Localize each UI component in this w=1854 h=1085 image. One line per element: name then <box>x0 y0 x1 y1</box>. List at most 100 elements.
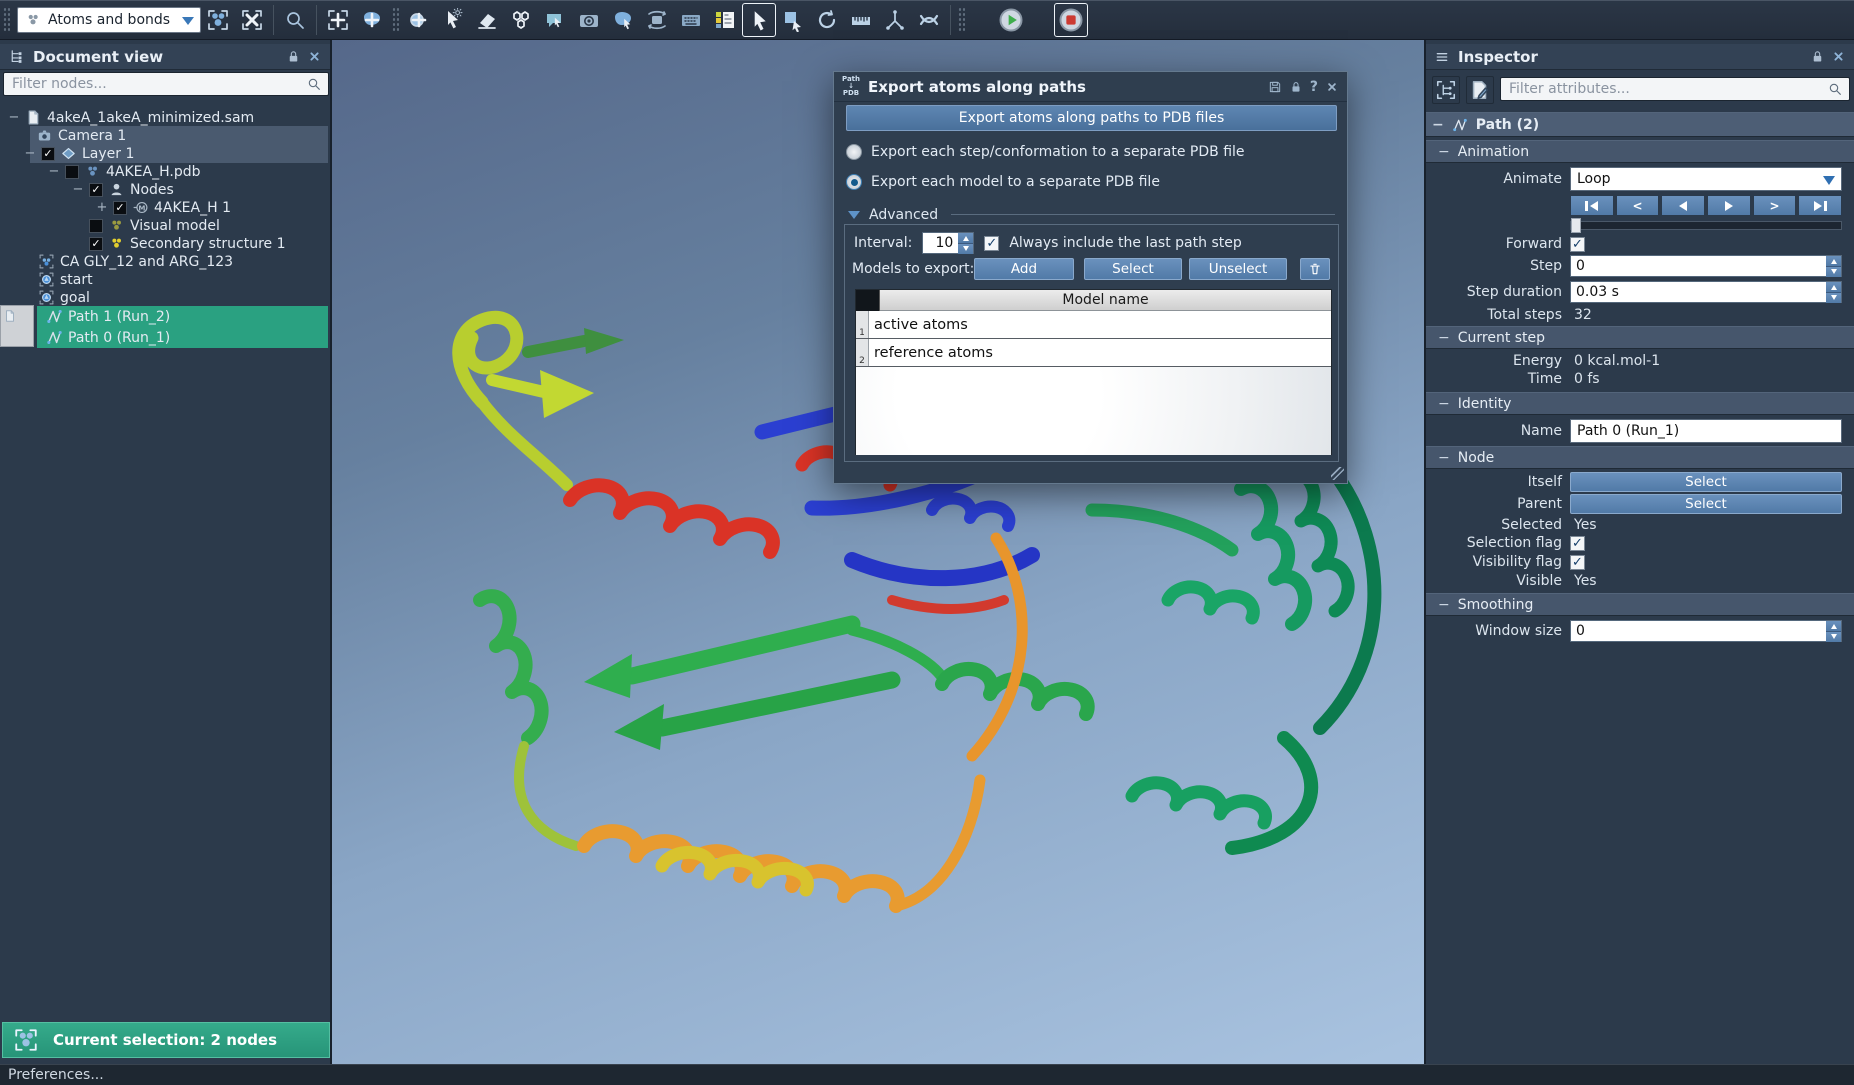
pointer-settings-button[interactable] <box>436 3 470 37</box>
twist-button[interactable] <box>912 3 946 37</box>
filter-attributes-input[interactable] <box>1507 80 1827 98</box>
section-smoothing[interactable]: − Smoothing <box>1426 593 1854 616</box>
current-selection-bar[interactable]: Current selection: 2 nodes <box>2 1022 330 1058</box>
add-node-button[interactable] <box>355 3 389 37</box>
delete-button[interactable] <box>1300 258 1330 280</box>
section-node[interactable]: − Node <box>1426 446 1854 469</box>
export-to-pdb-button[interactable]: Export atoms along paths to PDB files <box>846 105 1337 131</box>
visibility-checkbox[interactable]: ✓ <box>89 237 103 251</box>
label-button[interactable] <box>538 3 572 37</box>
radio-export-each-step[interactable]: Export each step/conformation to a separ… <box>846 144 1245 160</box>
resize-grip[interactable] <box>1331 467 1344 480</box>
select-tool-button[interactable] <box>742 3 776 37</box>
angle-button[interactable] <box>878 3 912 37</box>
collapse-icon[interactable]: − <box>1438 450 1450 466</box>
eraser-button[interactable] <box>470 3 504 37</box>
section-identity[interactable]: − Identity <box>1426 392 1854 415</box>
advanced-section-toggle[interactable]: Advanced <box>848 204 1335 225</box>
collapse-icon[interactable]: − <box>1438 396 1450 412</box>
unselect-button[interactable]: Unselect <box>1189 258 1287 280</box>
tree-row-pdb[interactable]: − 4AKEA_H.pdb <box>0 162 328 181</box>
visibility-checkbox[interactable]: ✓ <box>113 201 127 215</box>
skip-to-start-button[interactable] <box>1570 195 1614 216</box>
visibility-checkbox[interactable] <box>89 219 103 233</box>
tree-row-visual-model[interactable]: Visual model <box>0 216 328 235</box>
visibility-checkbox[interactable]: ✓ <box>89 183 103 197</box>
step-spinbox[interactable] <box>1570 255 1842 277</box>
tree-row-camera[interactable]: Camera 1 <box>0 126 328 145</box>
spin-up-icon[interactable] <box>963 233 969 241</box>
tree-row-start[interactable]: start <box>0 270 328 289</box>
fast-forward-button[interactable]: > <box>1753 195 1797 216</box>
select-itself-button[interactable]: Select <box>1570 472 1842 492</box>
spin-down-icon[interactable] <box>1831 269 1837 277</box>
keyboard-shortcuts-button[interactable] <box>674 3 708 37</box>
model-name-column-header[interactable]: Model name <box>880 290 1331 311</box>
step-backward-button[interactable] <box>1661 195 1705 216</box>
lock-icon[interactable] <box>286 49 301 64</box>
periodic-table-button[interactable] <box>708 3 742 37</box>
collapse-icon[interactable]: − <box>1438 597 1450 613</box>
slider-handle[interactable] <box>1571 218 1581 233</box>
collapse-icon[interactable]: − <box>1438 330 1450 346</box>
close-icon[interactable] <box>1831 49 1846 64</box>
rectangle-select-button[interactable] <box>776 3 810 37</box>
tree-row-selection-group[interactable]: CA GLY_12 and ARG_123 <box>0 252 328 271</box>
preferences-menu-item[interactable]: Preferences... <box>8 1067 104 1083</box>
spin-up-icon[interactable] <box>1831 256 1837 264</box>
expand-icon[interactable]: + <box>96 200 108 215</box>
tree-row-chain[interactable]: + ✓ 4AKEA_H 1 <box>0 198 328 217</box>
inspect-selection-button[interactable] <box>1432 76 1460 104</box>
spin-up-icon[interactable] <box>1831 282 1837 290</box>
radio-icon-selected[interactable] <box>846 174 862 190</box>
snapshot-button[interactable] <box>572 3 606 37</box>
toolbar-drag-handle[interactable] <box>958 7 965 33</box>
filter-nodes-input[interactable] <box>10 75 306 93</box>
collapse-icon[interactable]: − <box>72 182 84 197</box>
orbit-camera-button[interactable] <box>640 3 674 37</box>
select-atoms-button[interactable] <box>201 3 235 37</box>
collapse-icon[interactable]: − <box>1432 117 1444 133</box>
step-slider[interactable] <box>1570 221 1842 230</box>
add-group-button[interactable] <box>321 3 355 37</box>
section-path[interactable]: − Path (2) <box>1426 112 1854 137</box>
table-corner-cell[interactable] <box>856 290 880 311</box>
visibility-checkbox[interactable]: ✓ <box>41 147 55 161</box>
radio-icon[interactable] <box>846 144 862 160</box>
zoom-button[interactable] <box>278 3 312 37</box>
interval-input[interactable] <box>923 233 958 253</box>
collapse-icon[interactable]: − <box>1438 144 1450 160</box>
spin-down-icon[interactable] <box>1831 295 1837 303</box>
clear-selection-button[interactable] <box>235 3 269 37</box>
lock-icon[interactable] <box>1810 49 1825 64</box>
lock-icon[interactable] <box>1289 80 1303 94</box>
tree-row-nodes[interactable]: − ✓ Nodes <box>0 180 328 199</box>
menu-icon[interactable] <box>1434 49 1450 65</box>
collapse-icon[interactable]: − <box>48 164 60 179</box>
step-duration-spinbox[interactable] <box>1570 281 1842 303</box>
table-row[interactable]: 1 active atoms <box>856 311 1331 339</box>
add-atom-button[interactable] <box>402 3 436 37</box>
lattice-button[interactable] <box>504 3 538 37</box>
include-last-checkbox[interactable]: ✓ <box>984 236 999 251</box>
forward-checkbox[interactable]: ✓ <box>1570 237 1585 252</box>
fast-backward-button[interactable]: < <box>1616 195 1660 216</box>
animate-dropdown[interactable]: Loop <box>1570 167 1842 191</box>
skip-to-end-button[interactable] <box>1798 195 1842 216</box>
close-icon[interactable] <box>307 49 322 64</box>
step-input[interactable] <box>1571 256 1826 276</box>
toolbar-drag-handle[interactable] <box>392 7 399 33</box>
window-size-input[interactable] <box>1571 621 1826 641</box>
toolbar-drag-handle[interactable] <box>3 7 10 33</box>
save-icon[interactable] <box>1268 80 1282 94</box>
add-button[interactable]: Add <box>974 258 1074 280</box>
tree-row-goal[interactable]: goal <box>0 288 328 307</box>
spin-down-icon[interactable] <box>1831 634 1837 642</box>
tree-row-layer[interactable]: − ✓ Layer 1 <box>0 144 328 163</box>
interval-spinbox[interactable] <box>922 232 974 254</box>
collapse-icon[interactable]: − <box>8 110 20 125</box>
selection-filter-dropdown[interactable]: Atoms and bonds <box>17 7 201 33</box>
step-forward-button[interactable] <box>1707 195 1751 216</box>
window-size-spinbox[interactable] <box>1570 620 1842 642</box>
table-row[interactable]: 2 reference atoms <box>856 339 1331 367</box>
